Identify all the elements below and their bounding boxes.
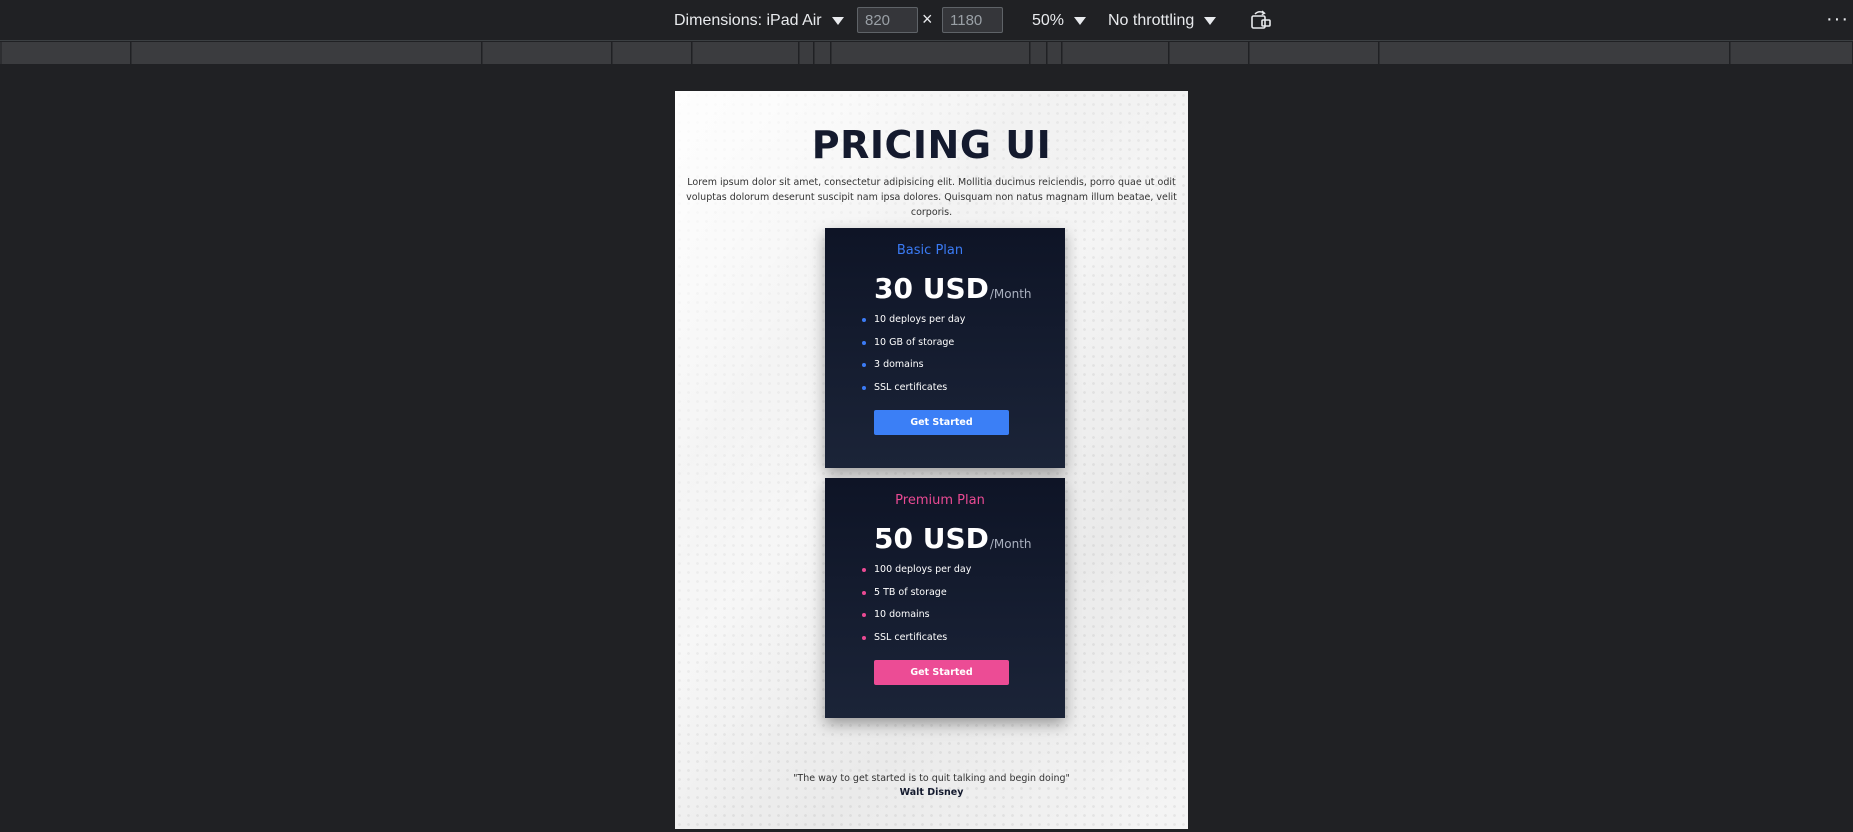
dimensions-dropdown[interactable]: Dimensions: iPad Air [674, 8, 844, 34]
pricing-card-basic: Basic Plan 30 USD /Month 10 deploys per … [825, 228, 1065, 468]
bullet-icon [862, 340, 866, 345]
dimensions-label: Dimensions: iPad Air [674, 12, 822, 29]
plan-name: Premium Plan [895, 493, 985, 508]
chevron-down-icon [1204, 17, 1217, 25]
bullet-icon [862, 318, 866, 322]
media-query-segment[interactable] [1063, 42, 1169, 64]
plan-name: Basic Plan [896, 243, 964, 258]
width-input[interactable]: 820 [857, 7, 918, 33]
bullet-icon [862, 363, 866, 367]
height-input[interactable]: 1180 [942, 7, 1003, 33]
media-query-segment[interactable] [832, 42, 1030, 64]
rotate-icon[interactable] [1250, 10, 1272, 30]
chevron-down-icon [1074, 17, 1087, 25]
bullet-icon [862, 635, 866, 640]
bullet-icon [862, 568, 866, 572]
price-amount: 30 USD [874, 272, 989, 305]
media-query-segment[interactable] [1250, 42, 1379, 64]
media-query-bar [0, 42, 1853, 64]
media-query-segment[interactable] [1380, 42, 1730, 64]
media-query-segment[interactable] [1048, 42, 1062, 64]
feature-list: 10 deploys per day 10 GB of storage 3 do… [862, 313, 1052, 403]
media-query-segment[interactable] [1731, 42, 1853, 64]
feature-item: 10 GB of storage [862, 336, 1052, 359]
feature-item: 10 deploys per day [862, 313, 1052, 336]
media-query-segment[interactable] [613, 42, 692, 64]
get-started-button-premium[interactable]: Get Started [874, 660, 1009, 685]
media-query-segment[interactable] [693, 42, 799, 64]
more-options-icon[interactable]: ··· [1826, 8, 1849, 31]
feature-item: SSL certificates [862, 631, 1052, 654]
feature-item: SSL certificates [862, 381, 1052, 404]
feature-item: 100 deploys per day [862, 563, 1052, 586]
price-period: /Month [989, 287, 1032, 301]
get-started-button-basic[interactable]: Get Started [874, 410, 1009, 435]
throttling-label: No throttling [1108, 12, 1195, 29]
throttling-dropdown[interactable]: No throttling [1108, 8, 1217, 34]
bullet-icon [862, 613, 866, 617]
page-description: Lorem ipsum dolor sit amet, consectetur … [686, 177, 1177, 218]
feature-item: 3 domains [862, 358, 1052, 381]
chevron-down-icon [831, 17, 844, 25]
media-query-segment[interactable] [483, 42, 612, 64]
plan-price: 30 USD /Month [874, 272, 1032, 305]
feature-item: 5 TB of storage [862, 586, 1052, 609]
pricing-card-premium: Premium Plan 50 USD /Month 100 deploys p… [825, 478, 1065, 718]
feature-item: 10 domains [862, 608, 1052, 631]
page-title: PRICING UI [811, 123, 1052, 167]
price-period: /Month [989, 537, 1032, 551]
media-query-segment[interactable] [815, 42, 831, 64]
plan-price: 50 USD /Month [874, 522, 1032, 555]
bullet-icon [862, 385, 866, 390]
device-viewport: PRICING UI Lorem ipsum dolor sit amet, c… [675, 91, 1188, 829]
quote-text: "The way to get started is to quit talki… [793, 773, 1070, 784]
media-query-segment[interactable] [132, 42, 482, 64]
media-query-segment[interactable] [2, 42, 131, 64]
media-query-segment[interactable] [800, 42, 814, 64]
price-amount: 50 USD [874, 522, 989, 555]
quote-author: Walt Disney [899, 787, 964, 798]
times-icon: × [922, 9, 933, 29]
media-query-segment[interactable] [1031, 42, 1047, 64]
zoom-dropdown[interactable]: 50% [1032, 8, 1087, 34]
bullet-icon [862, 590, 866, 595]
device-toolbar: Dimensions: iPad Air 820 × 1180 50% No t… [0, 0, 1853, 41]
feature-list: 100 deploys per day 5 TB of storage 10 d… [862, 563, 1052, 653]
media-query-segment[interactable] [1170, 42, 1249, 64]
zoom-label: 50% [1032, 12, 1065, 29]
